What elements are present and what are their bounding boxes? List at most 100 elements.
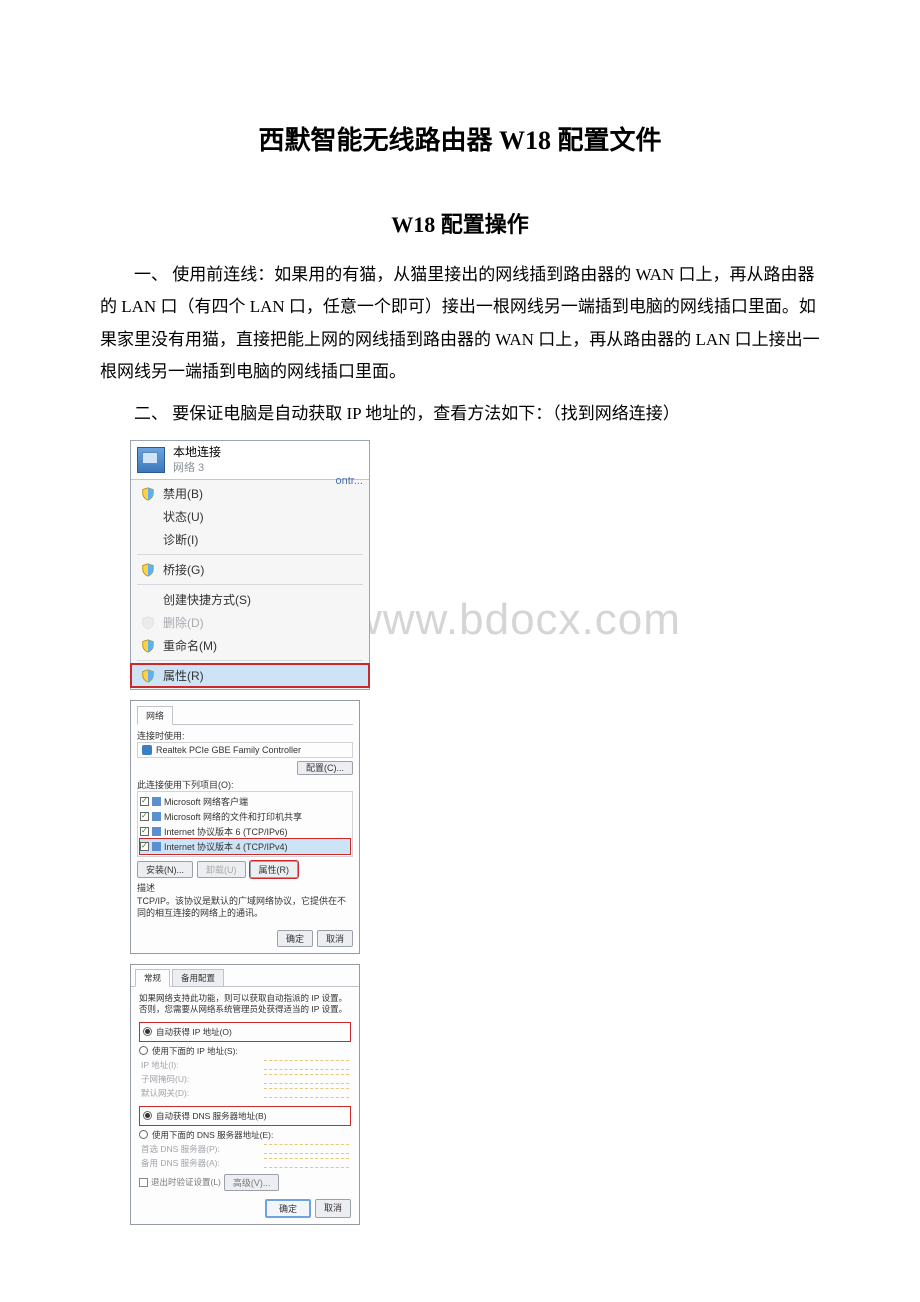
shield-icon	[141, 487, 155, 501]
menu-label: 禁用(B)	[163, 485, 203, 502]
spacer-icon	[141, 593, 155, 607]
radio-label: 自动获得 DNS 服务器地址(B)	[156, 1110, 267, 1122]
menu-label: 删除(D)	[163, 614, 204, 631]
auto-dns-highlight: 自动获得 DNS 服务器地址(B)	[139, 1106, 351, 1126]
menu-label: 重命名(M)	[163, 637, 217, 654]
connection-header: 本地连接 网络 3	[131, 441, 369, 480]
menu-delete[interactable]: 删除(D)	[131, 611, 369, 634]
checkbox-icon[interactable]	[140, 842, 149, 851]
menu-separator	[137, 554, 363, 555]
desc-label: 描述	[137, 881, 353, 894]
components-list: Microsoft 网络客户端 Microsoft 网络的文件和打印机共享 In…	[137, 791, 353, 857]
context-menu: 禁用(B) 状态(U) 诊断(I) 桥接(G) 创建快捷方式(S)	[131, 480, 369, 689]
cancel-button[interactable]: 取消	[317, 930, 353, 947]
connection-name: 本地连接	[173, 445, 221, 461]
field-label: 子网掩码(U):	[141, 1073, 189, 1085]
ip-input	[264, 1088, 349, 1098]
menu-separator	[137, 584, 363, 585]
exit-validate-label: 退出时验证设置(L)	[151, 1176, 221, 1188]
radio-icon[interactable]	[143, 1111, 152, 1120]
menu-rename[interactable]: 重命名(M)	[131, 634, 369, 657]
menu-shortcut[interactable]: 创建快捷方式(S)	[131, 588, 369, 611]
radio-label: 使用下面的 DNS 服务器地址(E):	[152, 1129, 273, 1141]
tab-general[interactable]: 常规	[135, 969, 170, 987]
menu-disable[interactable]: 禁用(B)	[131, 482, 369, 505]
paragraph-1: 一、 使用前连线：如果用的有猫，从猫里接出的网线插到路由器的 WAN 口上，再从…	[100, 259, 820, 388]
connection-network: 网络 3	[173, 461, 221, 475]
item-label: Internet 协议版本 6 (TCP/IPv6)	[164, 825, 288, 838]
ip-field: IP 地址(I):	[139, 1058, 351, 1072]
radio-label: 自动获得 IP 地址(O)	[156, 1026, 232, 1038]
component-icon	[152, 827, 161, 836]
radio-icon[interactable]	[139, 1046, 148, 1055]
desc-text: TCP/IP。该协议是默认的广域网络协议，它提供在不同的相互连接的网络上的通讯。	[137, 896, 353, 919]
figure-context-menu: 本地连接 网络 3 ontr... 禁用(B) 状态(U) 诊断(I)	[130, 440, 820, 690]
advanced-button[interactable]: 高级(V)...	[224, 1174, 280, 1191]
menu-label: 桥接(G)	[163, 561, 204, 578]
menu-properties[interactable]: 属性(R)	[131, 664, 369, 687]
radio-manual-dns[interactable]: 使用下面的 DNS 服务器地址(E):	[139, 1128, 351, 1142]
menu-label: 创建快捷方式(S)	[163, 591, 251, 608]
list-item-ipv4[interactable]: Internet 协议版本 4 (TCP/IPv4)	[140, 839, 350, 854]
configure-button[interactable]: 配置(C)...	[297, 761, 353, 775]
menu-label: 诊断(I)	[163, 531, 198, 548]
shield-icon	[141, 616, 155, 630]
adapter-name: Realtek PCIe GBE Family Controller	[156, 745, 301, 755]
checkbox-icon[interactable]	[140, 827, 149, 836]
spacer-icon	[141, 510, 155, 524]
ok-button[interactable]: 确定	[277, 930, 313, 947]
component-icon	[152, 797, 161, 806]
radio-icon[interactable]	[143, 1027, 152, 1036]
checkbox-icon[interactable]	[140, 797, 149, 806]
ok-button[interactable]: 确定	[265, 1199, 311, 1218]
radio-label: 使用下面的 IP 地址(S):	[152, 1045, 238, 1057]
field-label: 首选 DNS 服务器(P):	[141, 1143, 220, 1155]
dns2-field: 备用 DNS 服务器(A):	[139, 1156, 351, 1170]
menu-label: 属性(R)	[163, 667, 204, 684]
menu-status[interactable]: 状态(U)	[131, 505, 369, 528]
spacer-icon	[141, 533, 155, 547]
checkbox-icon[interactable]	[139, 1178, 148, 1187]
gateway-field: 默认网关(D):	[139, 1086, 351, 1100]
tab-header: 网络	[137, 705, 353, 725]
item-label: Microsoft 网络的文件和打印机共享	[164, 810, 302, 823]
ip-input	[264, 1158, 349, 1168]
radio-manual-ip[interactable]: 使用下面的 IP 地址(S):	[139, 1044, 351, 1058]
note-text: 如果网络支持此功能，则可以获取自动指派的 IP 设置。否则，您需要从网络系统管理…	[139, 993, 351, 1016]
radio-auto-dns[interactable]: 自动获得 DNS 服务器地址(B)	[143, 1109, 347, 1123]
component-icon	[152, 842, 161, 851]
menu-separator	[137, 660, 363, 661]
field-label: 默认网关(D):	[141, 1087, 189, 1099]
cancel-button[interactable]: 取消	[315, 1199, 351, 1218]
list-item[interactable]: Microsoft 网络的文件和打印机共享	[140, 809, 350, 824]
menu-label: 状态(U)	[163, 508, 204, 525]
radio-auto-ip[interactable]: 自动获得 IP 地址(O)	[143, 1025, 347, 1039]
figure-tcpip-dialog: 常规 备用配置 如果网络支持此功能，则可以获取自动指派的 IP 设置。否则，您需…	[130, 964, 820, 1225]
uninstall-button[interactable]: 卸载(U)	[197, 861, 246, 878]
auto-ip-highlight: 自动获得 IP 地址(O)	[139, 1022, 351, 1042]
component-icon	[152, 812, 161, 821]
list-item[interactable]: Microsoft 网络客户端	[140, 794, 350, 809]
list-item[interactable]: Internet 协议版本 6 (TCP/IPv6)	[140, 824, 350, 839]
checkbox-icon[interactable]	[140, 812, 149, 821]
adapter-icon	[142, 745, 152, 755]
field-label: IP 地址(I):	[141, 1059, 179, 1071]
shield-icon	[141, 563, 155, 577]
menu-diagnose[interactable]: 诊断(I)	[131, 528, 369, 551]
radio-icon[interactable]	[139, 1130, 148, 1139]
tab-network[interactable]: 网络	[137, 706, 173, 725]
paragraph-2: 二、 要保证电脑是自动获取 IP 地址的，查看方法如下：（找到网络连接）	[100, 398, 820, 430]
tab-alternate[interactable]: 备用配置	[172, 969, 224, 987]
dns1-field: 首选 DNS 服务器(P):	[139, 1142, 351, 1156]
install-button[interactable]: 安装(N)...	[137, 861, 193, 878]
network-adapter-icon	[137, 447, 165, 473]
shield-icon	[141, 669, 155, 683]
item-label: Microsoft 网络客户端	[164, 795, 248, 808]
mask-field: 子网掩码(U):	[139, 1072, 351, 1086]
ip-input	[264, 1060, 349, 1070]
shield-icon	[141, 639, 155, 653]
items-label: 此连接使用下列项目(O):	[137, 778, 353, 791]
ip-input	[264, 1074, 349, 1084]
menu-bridge[interactable]: 桥接(G)	[131, 558, 369, 581]
properties-button[interactable]: 属性(R)	[250, 861, 299, 878]
